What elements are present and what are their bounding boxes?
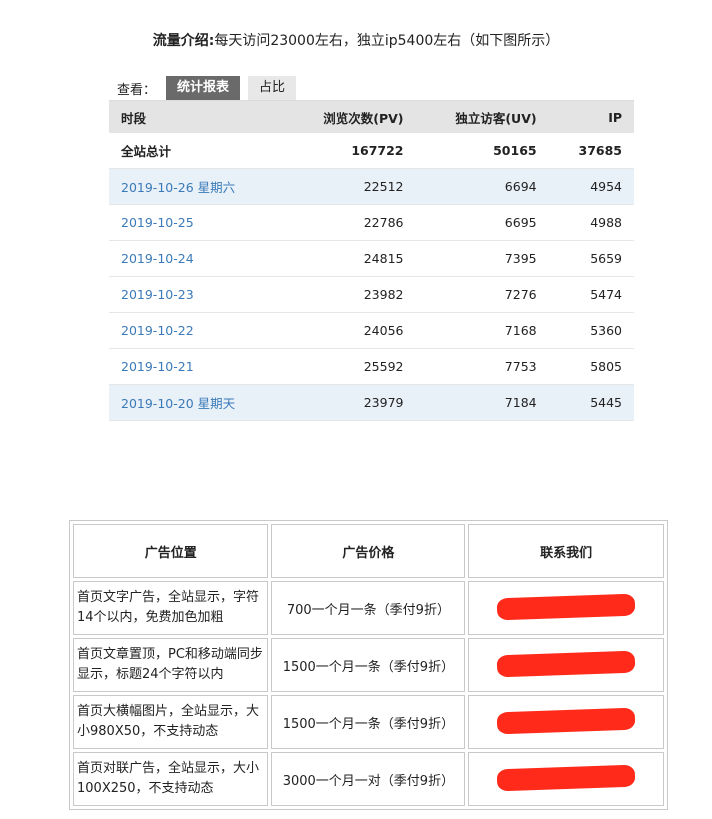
ad-row: 首页大横幅图片，全站显示，大小980X50，不支持动态 1500一个月一条（季付… [73, 695, 664, 749]
pv-value: 22786 [283, 204, 416, 241]
table-row: 2019-10-23 23982 7276 5474 [109, 276, 634, 313]
ad-row: 首页文章置顶，PC和移动端同步显示，标题24个字符以内 1500一个月一条（季付… [73, 638, 664, 692]
total-uv: 50165 [415, 133, 549, 169]
ad-header-row: 广告位置 广告价格 联系我们 [73, 524, 664, 578]
table-row: 2019-10-21 25592 7753 5805 [109, 348, 634, 385]
col-ad-position: 广告位置 [73, 524, 269, 578]
traffic-intro: 流量介绍:每天访问23000左右，独立ip5400左右（如下图所示） [0, 30, 712, 50]
col-contact: 联系我们 [468, 524, 664, 578]
pv-value: 23979 [283, 384, 416, 421]
pv-value: 23982 [283, 276, 416, 313]
redaction-mark [497, 650, 636, 678]
ad-position: 首页对联广告，全站显示，大小100X250，不支持动态 [73, 752, 269, 806]
uv-value: 7168 [415, 312, 549, 349]
tab-proportion[interactable]: 占比 [248, 76, 297, 100]
date-link[interactable]: 2019-10-22 [109, 312, 284, 349]
date-link[interactable]: 2019-10-21 [109, 348, 284, 385]
intro-label: 流量介绍: [152, 33, 215, 49]
ip-value: 5659 [548, 240, 634, 277]
table-row: 2019-10-22 24056 7168 5360 [109, 312, 634, 349]
table-row: 2019-10-24 24815 7395 5659 [109, 240, 634, 277]
date-link[interactable]: 2019-10-25 [109, 204, 284, 241]
ip-value: 5474 [548, 276, 634, 313]
ad-row: 首页文字广告，全站显示，字符14个以内，免费加色加粗 700一个月一条（季付9折… [73, 581, 664, 635]
uv-value: 6695 [415, 204, 549, 241]
ad-price: 1500一个月一条（季付9折） [271, 695, 466, 749]
ad-price: 700一个月一条（季付9折） [271, 581, 466, 635]
table-row: 2019-10-26 星期六 22512 6694 4954 [109, 168, 634, 205]
ad-position: 首页文章置顶，PC和移动端同步显示，标题24个字符以内 [73, 638, 269, 692]
uv-value: 7184 [415, 384, 549, 421]
pv-value: 24056 [283, 312, 416, 349]
redaction-mark [497, 593, 636, 621]
col-ad-price: 广告价格 [271, 524, 466, 578]
ad-row: 首页对联广告，全站显示，大小100X250，不支持动态 3000一个月一对（季付… [73, 752, 664, 806]
date-link[interactable]: 2019-10-23 [109, 276, 284, 313]
col-pv: 浏览次数(PV) [283, 100, 416, 133]
date-link[interactable]: 2019-10-26 星期六 [109, 168, 284, 205]
view-switcher: 查看： 统计报表 占比 [117, 76, 304, 100]
ip-value: 4988 [548, 204, 634, 241]
ip-value: 5445 [548, 384, 634, 421]
contact-cell [468, 752, 664, 806]
ip-value: 4954 [548, 168, 634, 205]
ip-value: 5805 [548, 348, 634, 385]
date-link[interactable]: 2019-10-20 星期天 [109, 384, 284, 421]
uv-value: 7395 [415, 240, 549, 277]
contact-cell [468, 581, 664, 635]
total-label: 全站总计 [109, 133, 284, 169]
ad-pricing-table: 广告位置 广告价格 联系我们 首页文字广告，全站显示，字符14个以内，免费加色加… [69, 520, 668, 810]
stats-header-row: 时段 浏览次数(PV) 独立访客(UV) IP [109, 100, 634, 133]
redaction-mark [497, 707, 636, 735]
col-ip: IP [548, 100, 634, 133]
pv-value: 22512 [283, 168, 416, 205]
tab-stats-report[interactable]: 统计报表 [166, 76, 241, 100]
contact-cell [468, 638, 664, 692]
col-uv: 独立访客(UV) [415, 100, 549, 133]
stats-table: 时段 浏览次数(PV) 独立访客(UV) IP 全站总计 167722 5016… [109, 100, 634, 421]
table-row: 2019-10-25 22786 6695 4988 [109, 204, 634, 241]
contact-cell [468, 695, 664, 749]
total-ip: 37685 [548, 133, 634, 169]
table-row: 2019-10-20 星期天 23979 7184 5445 [109, 384, 634, 421]
ad-price: 3000一个月一对（季付9折） [271, 752, 466, 806]
ip-value: 5360 [548, 312, 634, 349]
view-label: 查看： [117, 82, 157, 98]
intro-text: 每天访问23000左右，独立ip5400左右（如下图所示） [214, 33, 560, 49]
pv-value: 25592 [283, 348, 416, 385]
ad-price: 1500一个月一条（季付9折） [271, 638, 466, 692]
date-link[interactable]: 2019-10-24 [109, 240, 284, 277]
ad-position: 首页大横幅图片，全站显示，大小980X50，不支持动态 [73, 695, 269, 749]
ad-position: 首页文字广告，全站显示，字符14个以内，免费加色加粗 [73, 581, 269, 635]
redaction-mark [497, 764, 636, 792]
uv-value: 6694 [415, 168, 549, 205]
total-row: 全站总计 167722 50165 37685 [109, 133, 634, 169]
total-pv: 167722 [283, 133, 416, 169]
col-period: 时段 [109, 100, 284, 133]
uv-value: 7276 [415, 276, 549, 313]
uv-value: 7753 [415, 348, 549, 385]
pv-value: 24815 [283, 240, 416, 277]
